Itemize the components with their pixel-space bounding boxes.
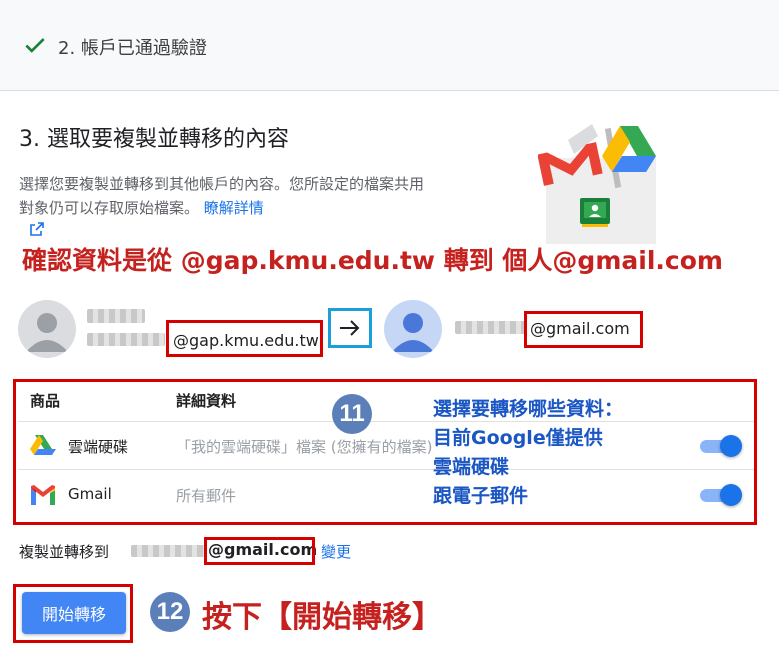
annotation-select-line: 目前Google僅提供 [433, 427, 603, 449]
header-product: 商品 [30, 392, 61, 410]
transfer-destination: 複製並轉移到 [19, 541, 109, 562]
source-avatar [18, 300, 76, 358]
person-icon [26, 313, 68, 352]
transfer-label: 複製並轉移到 [19, 543, 110, 561]
arrow-right-icon [340, 320, 360, 336]
target-email-prefix-blurred [455, 321, 527, 334]
product-detail-drive: 「我的雲端硬碟」檔案 (您擁有的檔案) [176, 438, 433, 456]
annotation-select: 選擇要轉移哪些資料： 目前Google僅提供 雲端硬碟 跟電子郵件 [433, 395, 623, 511]
source-email-prefix-blurred [87, 333, 165, 346]
section-description: 選擇您要複製並轉移到其他帳戶的內容。您所設定的檔案共用對象仍可以存取原始檔案。 … [19, 172, 429, 220]
step-12-badge: 12 [150, 592, 190, 632]
annotation-select-line: 雲端硬碟 [433, 456, 510, 478]
transfer-email-prefix-blurred [131, 545, 207, 557]
product-detail-gmail: 所有郵件 [176, 487, 237, 505]
annotation-select-line: 選擇要轉移哪些資料： [433, 398, 624, 420]
target-avatar [384, 300, 442, 358]
drive-toggle[interactable] [698, 432, 742, 460]
external-link-icon[interactable] [30, 222, 44, 236]
check-icon [25, 38, 45, 53]
header-details: 詳細資料 [176, 392, 237, 410]
annotation-select-line: 跟電子郵件 [433, 485, 529, 507]
page: 2. 帳戶已通過驗證 3. 選取要複製並轉移的內容 選擇您要複製並轉移到其他帳戶… [0, 0, 779, 664]
table-divider [18, 469, 754, 470]
google-drive-icon [30, 435, 56, 455]
annotation-press: 按下【開始轉移】 [202, 600, 442, 635]
product-name-drive: 雲端硬碟 [68, 438, 129, 456]
step2-label: 2. 帳戶已通過驗證 [58, 38, 207, 59]
google-apps-illustration [538, 124, 656, 244]
source-name-blurred [87, 309, 145, 323]
step-11-badge: 11 [332, 394, 372, 434]
gmail-toggle[interactable] [698, 481, 742, 509]
start-transfer-button[interactable]: 開始轉移 [22, 592, 126, 634]
annotation-confirm: 確認資料是從 @gap.kmu.edu.tw 轉到 個人@gmail.com [22, 246, 723, 275]
gmail-icon [31, 485, 55, 505]
change-link[interactable]: 變更 [321, 541, 351, 562]
source-domain-highlight [166, 320, 323, 357]
person-icon [392, 313, 434, 352]
transfer-arrow-box [328, 308, 372, 348]
table-divider [18, 421, 754, 422]
section-title: 3. 選取要複製並轉移的內容 [19, 127, 289, 152]
product-name-gmail: Gmail [68, 485, 112, 503]
transfer-domain-highlight [204, 537, 315, 565]
step2-banner: 2. 帳戶已通過驗證 [0, 0, 779, 91]
learn-more-link[interactable]: 瞭解詳情 [204, 199, 264, 217]
target-domain-highlight [524, 311, 643, 348]
